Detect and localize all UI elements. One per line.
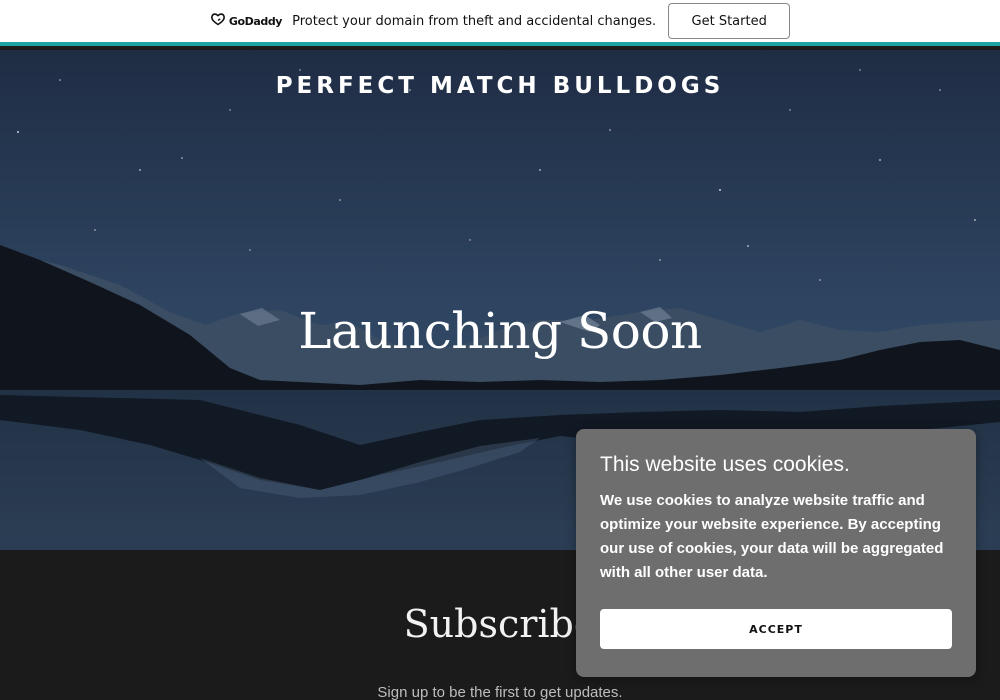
godaddy-logo-icon [210,12,226,31]
cookie-description: We use cookies to analyze website traffi… [600,492,944,581]
cookie-consent-banner: This website uses cookies. We use cookie… [576,429,976,677]
promo-message: Protect your domain from theft and accid… [292,13,657,29]
get-started-button[interactable]: Get Started [668,3,791,39]
cookie-title: This website uses cookies. [600,453,850,476]
godaddy-logo[interactable]: GoDaddy [210,12,282,31]
promo-bar: GoDaddy Protect your domain from theft a… [0,0,1000,46]
subscribe-description: Sign up to be the first to get updates. [377,684,623,700]
accept-cookies-button[interactable]: ACCEPT [600,609,952,649]
godaddy-logo-text: GoDaddy [228,14,283,28]
site-title[interactable]: PERFECT MATCH BULLDOGS [0,73,1000,99]
launching-soon-heading: Launching Soon [298,302,702,360]
